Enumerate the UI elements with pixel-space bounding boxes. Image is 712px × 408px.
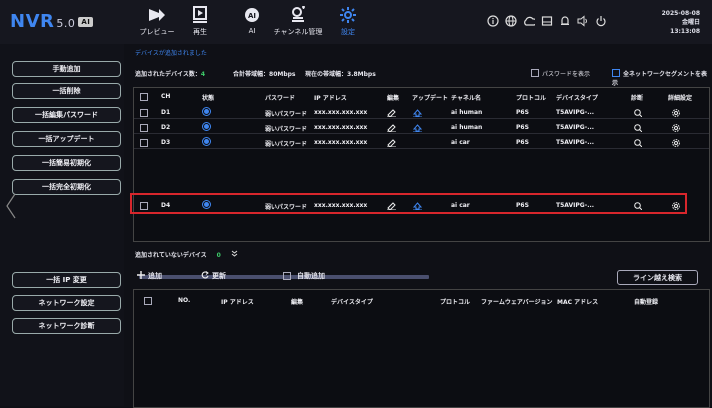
batch-ip-change-button[interactable]: 一括 IP 変更 xyxy=(12,272,121,288)
unadded-devices-table: NO. IP アドレス 編集 デバイスタイプ プロトコル ファームウェアバージョ… xyxy=(133,289,710,408)
current-bandwidth: 現在の帯域幅：3.8Mbps xyxy=(305,71,376,78)
top-bar: NVR 5.0 AI プレビュー 再生 AI AI チャンネル管理 設定 202… xyxy=(0,0,712,44)
diagnose-icon[interactable] xyxy=(634,139,643,149)
table-row[interactable]: D3 弱いパスワード xxx.xxx.xxx.xxx ai car P6S T5… xyxy=(134,136,709,149)
line-search-button[interactable]: ライン越え検索 xyxy=(617,270,698,285)
status-online-icon xyxy=(204,139,209,144)
batch-edit-password-button[interactable]: 一括編集パスワード xyxy=(12,107,121,123)
page-left-arrow-icon[interactable] xyxy=(6,193,16,224)
main-panel: デバイスが追加されました 追加されたデバイス数：4 合計帯域幅：80Mbps 現… xyxy=(130,44,712,408)
row-checkbox[interactable] xyxy=(140,109,148,117)
ai-icon: AI xyxy=(226,4,278,26)
nav-playback[interactable]: 再生 xyxy=(174,4,226,42)
total-bandwidth: 合計帯域幅：80Mbps xyxy=(233,71,296,78)
status-online-icon xyxy=(204,109,209,114)
added-devices-table: CH 状態 パスワード IP アドレス 編集 アップデート チャネル名 プロトコ… xyxy=(130,87,710,279)
manual-add-button[interactable]: 手動追加 xyxy=(12,61,121,77)
cloud-icon[interactable] xyxy=(523,15,535,27)
auto-add-checkbox[interactable]: 自動追加 xyxy=(283,271,325,281)
info-icon[interactable] xyxy=(487,15,499,27)
refresh-button[interactable]: 更新 xyxy=(201,271,226,281)
plus-icon xyxy=(137,271,145,281)
expand-chevron-icon[interactable] xyxy=(231,250,238,259)
nav-ai[interactable]: AI AI xyxy=(226,4,278,42)
status-online-icon xyxy=(204,124,209,129)
show-password-checkbox[interactable]: パスワードを表示 xyxy=(531,69,590,78)
highlight-box xyxy=(130,193,687,214)
advanced-settings-icon[interactable] xyxy=(672,124,680,134)
table-header: CH 状態 パスワード IP アドレス 編集 アップデート チャネル名 プロトコ… xyxy=(134,90,709,102)
table-row[interactable]: D1 弱いパスワード xxx.xxx.xxx.xxx ai human P6S … xyxy=(134,106,709,119)
edit-icon[interactable] xyxy=(387,109,396,119)
system-icons xyxy=(487,15,607,27)
row-checkbox[interactable] xyxy=(140,124,148,132)
settings-icon xyxy=(322,4,374,26)
added-count: 追加されたデバイス数：4 xyxy=(135,71,206,78)
batch-delete-button[interactable]: 一括削除 xyxy=(12,83,121,99)
nav-channel-management[interactable]: チャンネル管理 xyxy=(272,4,324,42)
nvr-logo: NVR 5.0 AI xyxy=(10,11,94,32)
row-checkbox[interactable] xyxy=(140,139,148,147)
notification-icon[interactable] xyxy=(559,15,571,27)
select-all-checkbox[interactable] xyxy=(144,297,152,305)
select-all-checkbox[interactable] xyxy=(140,93,148,101)
batch-full-init-button[interactable]: 一括完全初期化 xyxy=(12,179,121,195)
date-time: 2025-08-08 金曜日 13:13:08 xyxy=(661,10,700,35)
channel-management-icon xyxy=(272,4,324,26)
globe-icon[interactable] xyxy=(505,15,517,27)
upgrade-icon[interactable] xyxy=(412,109,423,119)
advanced-settings-icon[interactable] xyxy=(672,139,680,149)
edit-icon[interactable] xyxy=(387,124,396,134)
upgrade-icon[interactable] xyxy=(412,124,423,134)
diagnose-icon[interactable] xyxy=(634,109,643,119)
all-segments-checkbox[interactable]: 全ネットワークセグメントを表示 xyxy=(612,69,712,87)
volume-icon[interactable] xyxy=(577,15,589,27)
advanced-settings-icon[interactable] xyxy=(672,109,680,119)
add-button[interactable]: 追加 xyxy=(137,271,162,281)
svg-text:AI: AI xyxy=(248,12,256,20)
table-row[interactable]: D2 弱いパスワード xxx.xxx.xxx.xxx ai human P6S … xyxy=(134,121,709,134)
storage-icon[interactable] xyxy=(541,15,553,27)
network-settings-button[interactable]: ネットワーク設定 xyxy=(12,295,121,311)
playback-icon xyxy=(174,4,226,26)
unadded-toolbar: 追加 更新 自動追加 ライン越え検索 xyxy=(133,270,708,285)
refresh-icon xyxy=(201,271,209,281)
breadcrumb: デバイスが追加されました xyxy=(135,50,207,57)
nav-settings[interactable]: 設定 xyxy=(322,4,374,42)
unadded-devices-label: 追加されていないデバイス 0 xyxy=(135,250,238,259)
diagnose-icon[interactable] xyxy=(634,124,643,134)
batch-simple-init-button[interactable]: 一括簡易初期化 xyxy=(12,155,121,171)
power-icon[interactable] xyxy=(595,15,607,27)
network-diagnosis-button[interactable]: ネットワーク診断 xyxy=(12,318,121,334)
table-header: NO. IP アドレス 編集 デバイスタイプ プロトコル ファームウェアバージョ… xyxy=(134,294,709,306)
batch-update-button[interactable]: 一括アップデート xyxy=(12,131,121,147)
edit-icon[interactable] xyxy=(387,139,396,149)
sidebar: 手動追加 一括削除 一括編集パスワード 一括アップデート 一括簡易初期化 一括完… xyxy=(0,44,124,406)
